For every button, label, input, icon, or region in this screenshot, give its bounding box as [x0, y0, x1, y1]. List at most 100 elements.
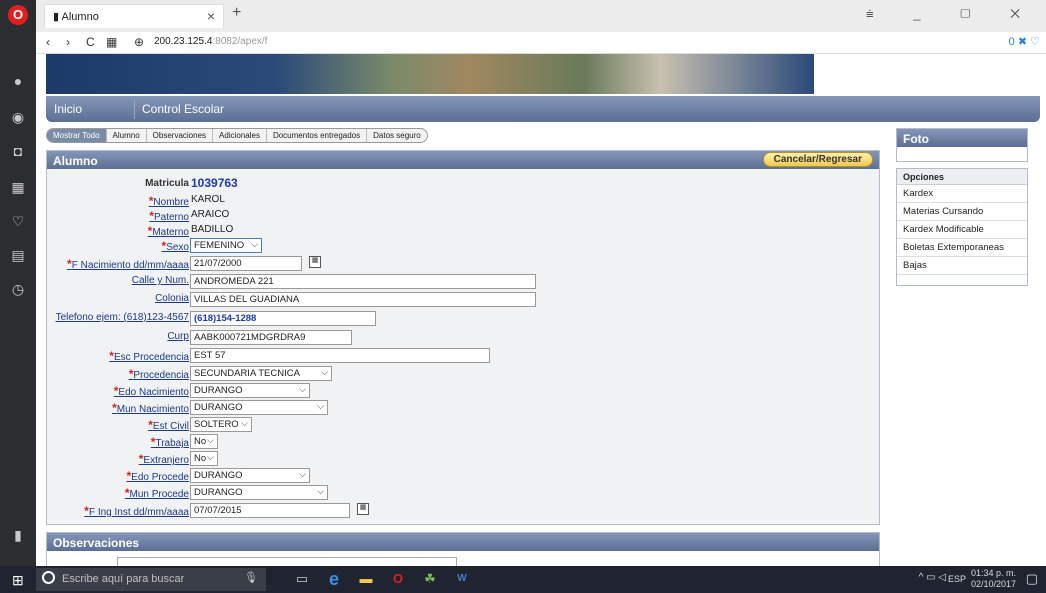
extranjero-label[interactable]: *Extranjero [139, 452, 189, 466]
camera-icon[interactable]: ◘ [9, 142, 27, 160]
calendar-icon[interactable]: ▦ [309, 256, 321, 268]
civil-label[interactable]: *Est Civil [148, 418, 189, 432]
tab-datos-seguro[interactable]: Datos seguro [367, 129, 427, 142]
opera-logo-icon[interactable]: O [8, 5, 28, 25]
extranjero-select[interactable]: No ⌵ [190, 451, 218, 466]
trabaja-select[interactable]: No ⌵ [190, 434, 218, 449]
edonac-select[interactable]: DURANGO ⌵ [190, 383, 310, 398]
sexo-label[interactable]: *Sexo [162, 239, 189, 253]
tab-observaciones[interactable]: Observaciones [147, 129, 214, 142]
cancel-button[interactable]: Cancelar/Regresar [762, 152, 873, 167]
colonia-label[interactable]: Colonia [155, 293, 189, 304]
region-header: Foto [897, 129, 1027, 147]
procedencia-select[interactable]: SECUNDARIA TECNICA ⌵ [190, 366, 332, 381]
esc-label[interactable]: *Esc Procedencia [109, 349, 189, 363]
tab-documentos[interactable]: Documentos entregados [267, 129, 368, 142]
fnac-label[interactable]: *F Nacimiento dd/mm/aaaa [67, 257, 189, 271]
notification-icon[interactable]: ▢ [1026, 571, 1038, 587]
row-sexo: *Sexo FEMENINO ⌵ [47, 238, 881, 254]
edoproc-label[interactable]: *Edo Procede [127, 469, 190, 483]
file-explorer-icon[interactable]: ▬ [356, 570, 376, 588]
option-kardex-modificable[interactable]: Kardex Modificable [897, 221, 1027, 239]
browser-tab[interactable]: ▮ Alumno × [44, 4, 224, 28]
row-telefono: Telefono ejem: (618)123-4567 (618)154-12… [47, 311, 881, 327]
menu-item-inicio[interactable]: Inicio [54, 102, 82, 116]
esc-input[interactable]: EST 57 [190, 348, 490, 363]
microphone-icon[interactable]: 🎙 [244, 571, 258, 584]
site-info-icon[interactable]: ⊕ [134, 35, 144, 49]
task-view-icon[interactable]: ▭ [292, 570, 312, 588]
speed-dial-icon[interactable]: ▦ [106, 35, 117, 49]
extranjero-value: No [194, 453, 207, 464]
munnac-select[interactable]: DURANGO ⌵ [190, 400, 328, 415]
reload-icon[interactable]: C [86, 35, 95, 49]
munnac-label[interactable]: *Mun Nacimiento [112, 401, 189, 415]
curp-label[interactable]: Curp [167, 331, 189, 342]
munproc-select[interactable]: DURANGO ⌵ [190, 485, 328, 500]
nombre-value: KAROL [191, 194, 225, 205]
adblock-badge[interactable]: 0 ✖ ♡ [1009, 35, 1040, 48]
materno-label[interactable]: *Materno [148, 224, 189, 238]
new-tab-button[interactable]: + [232, 4, 241, 22]
back-icon[interactable]: ‹ [46, 35, 50, 49]
colonia-input[interactable]: VILLAS DEL GUADIANA [190, 292, 536, 307]
telefono-input[interactable]: (618)154-1288 [190, 311, 376, 326]
window-controls[interactable]: ⩧ _ ▢ ✕ [866, 6, 1038, 22]
sidebar-toggle-icon[interactable]: ▮ [9, 526, 27, 544]
menu-divider [134, 99, 135, 119]
taskbar-search[interactable]: Escribe aquí para buscar 🎙 [36, 568, 266, 591]
fnac-input[interactable]: 21/07/2000 [190, 256, 302, 271]
calle-input[interactable]: ANDROMEDA 221 [190, 274, 536, 289]
clock-time: 01:34 p. m. [970, 568, 1016, 578]
nombre-label[interactable]: *Nombre [149, 194, 189, 208]
foto-region: Foto [896, 128, 1028, 162]
browser-sidebar: O ● ◉ ◘ ▦ ♡ ▤ ◷ ▮ [0, 0, 36, 593]
system-tray[interactable]: ^ ▭ ◁ [919, 572, 946, 583]
curp-input[interactable]: AABK000721MDGRDRA9 [190, 330, 352, 345]
tab-alumno[interactable]: Alumno [107, 129, 147, 142]
menu-item-control-escolar[interactable]: Control Escolar [142, 102, 224, 116]
option-materias-cursando[interactable]: Materias Cursando [897, 203, 1027, 221]
option-bajas[interactable]: Bajas [897, 257, 1027, 275]
clock[interactable]: 01:34 p. m. 02/10/2017 [971, 568, 1016, 590]
speed-dial-icon[interactable]: ▦ [9, 178, 27, 196]
fing-label[interactable]: *F Ing Inst dd/mm/aaaa [84, 504, 189, 518]
calle-label[interactable]: Calle y Num. [132, 275, 189, 286]
procedencia-label[interactable]: *Procedencia [129, 367, 189, 381]
esc-label-text: Esc Procedencia [113, 352, 189, 363]
edonac-label[interactable]: *Edo Nacimiento [114, 384, 189, 398]
calendar-icon[interactable]: ▦ [357, 503, 369, 515]
heart-icon[interactable]: ♡ [9, 212, 27, 230]
opera-taskbar-icon[interactable]: O [388, 570, 408, 588]
paterno-label[interactable]: *Paterno [149, 209, 189, 223]
trabaja-label[interactable]: *Trabaja [151, 435, 189, 449]
telefono-label[interactable]: Telefono ejem: (618)123-4567 [56, 312, 189, 323]
civil-select[interactable]: SOLTERO ⌵ [190, 417, 252, 432]
windows-start-icon[interactable]: ⊞ [12, 572, 24, 589]
option-boletas-extemporaneas[interactable]: Boletas Extemporaneas [897, 239, 1027, 257]
close-tab-icon[interactable]: × [207, 8, 215, 24]
forward-icon[interactable]: › [66, 35, 70, 49]
history-icon[interactable]: ◷ [9, 280, 27, 298]
app-icon[interactable]: ☘ [420, 570, 440, 588]
whatsapp-icon[interactable]: ◉ [9, 108, 27, 126]
tab-adicionales[interactable]: Adicionales [213, 129, 267, 142]
news-icon[interactable]: ▤ [9, 246, 27, 264]
munproc-label[interactable]: *Mun Procede [125, 486, 189, 500]
page-icon: ▮ [53, 11, 62, 23]
civil-value: SOLTERO [194, 419, 239, 430]
fing-input[interactable]: 07/07/2015 [190, 503, 350, 518]
edge-icon[interactable]: e [324, 570, 344, 588]
messenger-icon[interactable]: ● [9, 72, 27, 90]
sexo-select[interactable]: FEMENINO ⌵ [190, 238, 262, 253]
option-kardex[interactable]: Kardex [897, 185, 1027, 203]
edoproc-select[interactable]: DURANGO ⌵ [190, 468, 310, 483]
civil-label-text: Est Civil [152, 421, 189, 432]
row-extranjero: *Extranjero No ⌵ [47, 451, 881, 467]
chevron-down-icon: ⌵ [317, 401, 324, 411]
chevron-down-icon: ⌵ [207, 435, 214, 445]
word-icon[interactable]: W [452, 570, 472, 588]
url-field[interactable]: 200.23.125.4:8082/apex/f [154, 36, 267, 47]
tab-mostrar-todo[interactable]: Mostrar Todo [47, 129, 107, 142]
language-indicator[interactable]: ESP [948, 574, 966, 584]
